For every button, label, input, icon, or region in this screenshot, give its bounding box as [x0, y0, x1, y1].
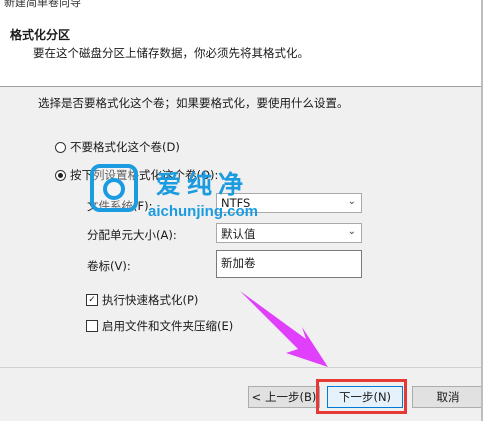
volume-label-label: 卷标(V): [87, 259, 131, 273]
checkbox-checked-icon: ✓ [86, 294, 98, 306]
no-format-label: 不要格式化这个卷(D) [70, 140, 180, 154]
page-title: 格式化分区 [10, 28, 71, 42]
title-bar: 新建简单卷向导 [0, 0, 483, 14]
next-highlight-box [316, 379, 407, 414]
file-system-label: 文件系统(F): [87, 199, 153, 213]
file-system-value: NTFS [221, 196, 251, 210]
quick-format-label: 执行快速格式化(P) [102, 293, 199, 307]
no-format-radio[interactable]: 不要格式化这个卷(D) [55, 139, 180, 155]
chevron-down-icon: ⌄ [347, 196, 356, 207]
alloc-unit-select[interactable]: 默认值 ⌄ [216, 223, 362, 243]
back-button[interactable]: < 上一步(B) [248, 386, 320, 408]
radio-selected-icon [55, 169, 66, 181]
wizard-footer: < 上一步(B) 下一步(N) 取消 [0, 368, 483, 421]
compression-label: 启用文件和文件夹压缩(E) [102, 319, 234, 333]
alloc-unit-value: 默认值 [221, 227, 256, 241]
cancel-button[interactable]: 取消 [412, 386, 483, 408]
format-label: 按下列设置格式化这个卷(O): [70, 168, 219, 182]
file-system-select[interactable]: NTFS ⌄ [216, 193, 362, 213]
checkbox-unchecked-icon [86, 320, 98, 332]
alloc-unit-label: 分配单元大小(A): [87, 228, 177, 242]
format-radio[interactable]: 按下列设置格式化这个卷(O): [55, 167, 218, 183]
quick-format-checkbox[interactable]: ✓ 执行快速格式化(P) [86, 292, 198, 308]
annotation-arrow-icon [240, 291, 328, 367]
chevron-down-icon: ⌄ [347, 226, 356, 237]
volume-label-input[interactable]: 新加卷 [216, 250, 362, 278]
instruction-text: 选择是否要格式化这个卷；如果要格式化，要使用什么设置。 [38, 96, 349, 110]
page-subtitle: 要在这个磁盘分区上储存数据，你必须先将其格式化。 [33, 46, 309, 60]
wizard-header: 格式化分区 要在这个磁盘分区上储存数据，你必须先将其格式化。 [0, 14, 483, 86]
compression-checkbox[interactable]: 启用文件和文件夹压缩(E) [86, 318, 233, 334]
radio-unselected-icon [55, 141, 66, 153]
window-title: 新建简单卷向导 [4, 0, 81, 9]
